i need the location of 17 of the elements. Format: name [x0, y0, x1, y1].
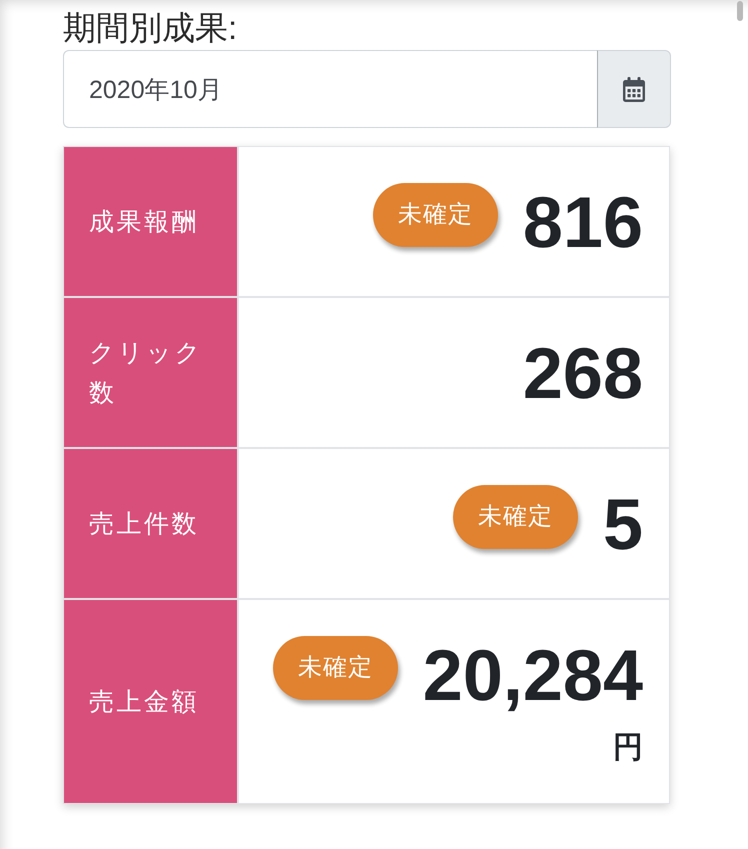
status-badge: 未確定 — [452, 485, 578, 549]
metric-value: 816 — [522, 187, 643, 259]
metric-label: 成果報酬 — [64, 147, 239, 296]
currency-unit: 円 — [613, 730, 643, 766]
metric-label: 売上件数 — [64, 449, 239, 598]
filter-label: 期間別成果: — [63, 8, 238, 48]
date-field[interactable]: 2020年10月 — [63, 50, 597, 128]
calendar-icon — [623, 76, 645, 102]
metric-value: 20,284 — [422, 640, 643, 712]
metric-label: クリック数 — [64, 298, 239, 447]
metric-value: 268 — [522, 338, 643, 410]
status-badge: 未確定 — [372, 183, 498, 247]
metric-value: 5 — [602, 489, 643, 561]
calendar-button[interactable] — [597, 50, 671, 128]
metric-label: 売上金額 — [64, 600, 239, 803]
scrollbar-thumb[interactable] — [737, 1, 743, 21]
status-badge: 未確定 — [272, 636, 398, 700]
